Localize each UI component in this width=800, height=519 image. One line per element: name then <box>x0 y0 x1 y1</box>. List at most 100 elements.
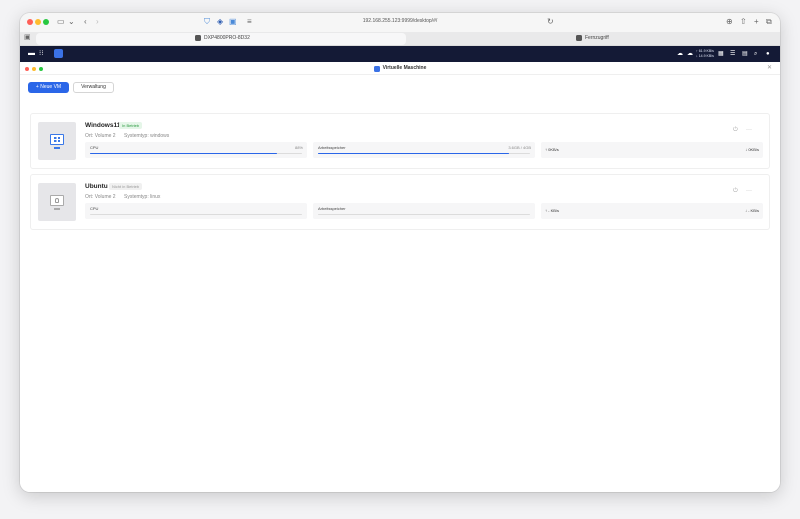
net-upload: ↑ - KB/s <box>545 208 560 213</box>
zoom-window-button[interactable] <box>43 19 49 25</box>
linux-logo-icon <box>55 198 59 203</box>
app-title-text: Virtuelle Maschine <box>382 65 427 71</box>
tab-label: Fernzugriff <box>585 35 609 41</box>
memory-label: Arbeitsspeicher <box>318 206 346 211</box>
user-icon[interactable]: ● <box>766 49 770 59</box>
share-icon[interactable]: ⇧ <box>740 17 747 27</box>
widgets-icon[interactable]: ▦ <box>718 49 724 59</box>
monitor-icon <box>50 134 64 145</box>
tab-remote-access[interactable]: Fernzugriff <box>576 35 609 41</box>
sidebar-icon[interactable]: ▭ <box>57 17 65 27</box>
close-icon[interactable]: ✕ <box>767 64 772 71</box>
net-download: ↓ 0KB/s <box>745 147 759 152</box>
status-badge: In Betrieb <box>119 122 143 129</box>
net-download: ↓ - KB/s <box>744 208 759 213</box>
reload-icon[interactable]: ↻ <box>547 17 554 27</box>
vm-name: Ubuntu <box>85 183 108 190</box>
cpu-bar <box>90 214 302 216</box>
memory-value: 3.6GB / 4GB <box>508 145 531 150</box>
vm-card-ubuntu[interactable]: Ubuntu Nicht in Betrieb Ort: Volume 2 Sy… <box>30 174 770 230</box>
browser-toolbar: ▭ ⌄ ‹ › ⛉ ◈ ▣ ≡ 192.168.255.123:9999/des… <box>20 13 780 32</box>
cpu-label: CPU <box>90 145 99 150</box>
vm-app-icon <box>373 65 380 72</box>
tab-nas[interactable]: DXP4800PRO-8D32 <box>195 35 250 41</box>
task-list-icon[interactable]: ☰ <box>730 49 735 59</box>
translate-icon[interactable]: ▣ <box>229 17 237 27</box>
remote-favicon-icon <box>576 35 582 41</box>
net-download-value: 0KB/s <box>748 147 759 152</box>
tab-overview-icon[interactable]: ⧉ <box>766 17 772 27</box>
more-icon[interactable]: ··· <box>746 127 752 133</box>
app-maximize-button[interactable] <box>39 67 43 71</box>
vm-name: Windows11 <box>85 122 121 129</box>
cpu-label: CPU <box>90 206 99 211</box>
network-speed: ↑ 61.9 KB/s ↓ 14.9 KB/s <box>696 49 714 58</box>
vm-thumbnail <box>38 122 76 160</box>
close-window-button[interactable] <box>27 19 33 25</box>
cloud-icon[interactable]: ☁ <box>677 49 683 59</box>
net-download-value: - KB/s <box>748 208 759 213</box>
windows-logo-icon <box>54 137 60 142</box>
cloud-sync-icon[interactable]: ☁ <box>687 49 693 59</box>
chevron-down-icon[interactable]: ⌄ <box>68 17 75 27</box>
search-icon[interactable]: ⌕ <box>754 49 757 59</box>
vm-card-windows11[interactable]: Windows11 In Betrieb Ort: Volume 2 Syste… <box>30 113 770 169</box>
back-icon[interactable]: ‹ <box>84 17 87 27</box>
browser-window: ▭ ⌄ ‹ › ⛉ ◈ ▣ ≡ 192.168.255.123:9999/des… <box>20 13 780 492</box>
vm-thumbnail <box>38 183 76 221</box>
network-up: ↑ 61.9 KB/s <box>696 49 714 53</box>
tab-group-icon[interactable]: ▣ <box>24 33 31 43</box>
memory-bar-fill <box>318 153 509 155</box>
power-icon[interactable]: ⏻ <box>733 127 738 133</box>
vm-app-window: Virtuelle Maschine ✕ + Neue VM Verwaltun… <box>20 62 780 492</box>
app-header: Virtuelle Maschine ✕ <box>20 62 780 75</box>
minimize-window-button[interactable] <box>35 19 41 25</box>
cpu-stat: CPU 88% <box>85 142 307 158</box>
memory-stat: Arbeitsspeicher <box>313 203 535 219</box>
net-upload-value: 0KB/s <box>548 147 559 152</box>
vm-location: Ort: Volume 2 <box>85 194 116 200</box>
extension-icon[interactable]: ⛉ <box>204 17 210 27</box>
forward-icon[interactable]: › <box>96 17 99 27</box>
address-bar[interactable]: 192.168.255.123:9999/desktop/#/ <box>320 18 480 24</box>
app-title: Virtuelle Maschine <box>350 65 450 72</box>
manage-button[interactable]: Verwaltung <box>73 82 114 93</box>
vm-app-taskbar-icon[interactable] <box>54 49 63 58</box>
monitor-stand <box>54 208 60 210</box>
shield-icon[interactable]: ◈ <box>217 17 223 27</box>
nas-taskbar: ▬ ⁝⁝ ☁ ☁ ↑ 61.9 KB/s ↓ 14.9 KB/s ▦ ☰ ▤ ⌕… <box>20 46 780 62</box>
memory-stat: Arbeitsspeicher 3.6GB / 4GB <box>313 142 535 158</box>
app-grid-icon[interactable]: ⁝⁝ <box>39 49 43 59</box>
more-icon[interactable]: ··· <box>746 188 752 194</box>
memory-label: Arbeitsspeicher <box>318 145 346 150</box>
cpu-value: 88% <box>294 145 303 150</box>
cpu-stat: CPU <box>85 203 307 219</box>
status-badge: Nicht in Betrieb <box>109 183 143 190</box>
vm-location: Ort: Volume 2 <box>85 133 116 139</box>
new-tab-icon[interactable]: + <box>754 17 759 27</box>
monitor-stand <box>54 147 60 149</box>
net-upload: ↑ 0KB/s <box>545 147 559 152</box>
network-stat: ↑ 0KB/s ↓ 0KB/s <box>541 142 763 158</box>
message-icon[interactable]: ▤ <box>742 49 748 59</box>
monitor-icon <box>50 195 64 206</box>
desktop-icon[interactable]: ▬ <box>28 49 35 59</box>
page-settings-icon[interactable]: ≡ <box>247 17 252 27</box>
vm-system-type: Systemtyp: linux <box>124 194 161 200</box>
net-upload-value: - KB/s <box>548 208 560 213</box>
memory-bar <box>318 214 530 216</box>
network-stat: ↑ - KB/s ↓ - KB/s <box>541 203 763 219</box>
memory-bar <box>318 153 530 155</box>
vm-system-type: Systemtyp: windows <box>124 133 170 139</box>
app-close-button[interactable] <box>25 67 29 71</box>
cpu-bar <box>90 153 302 155</box>
tab-label: DXP4800PRO-8D32 <box>204 35 250 41</box>
tab-bar: ▣ DXP4800PRO-8D32 Fernzugriff <box>20 32 780 46</box>
nas-favicon-icon <box>195 35 201 41</box>
power-icon[interactable]: ⏻ <box>733 188 738 194</box>
network-down: ↓ 14.9 KB/s <box>696 53 714 58</box>
cpu-bar-fill <box>90 153 277 155</box>
new-vm-button[interactable]: + Neue VM <box>28 82 69 93</box>
app-minimize-button[interactable] <box>32 67 36 71</box>
download-icon[interactable]: ⊕ <box>726 17 733 27</box>
